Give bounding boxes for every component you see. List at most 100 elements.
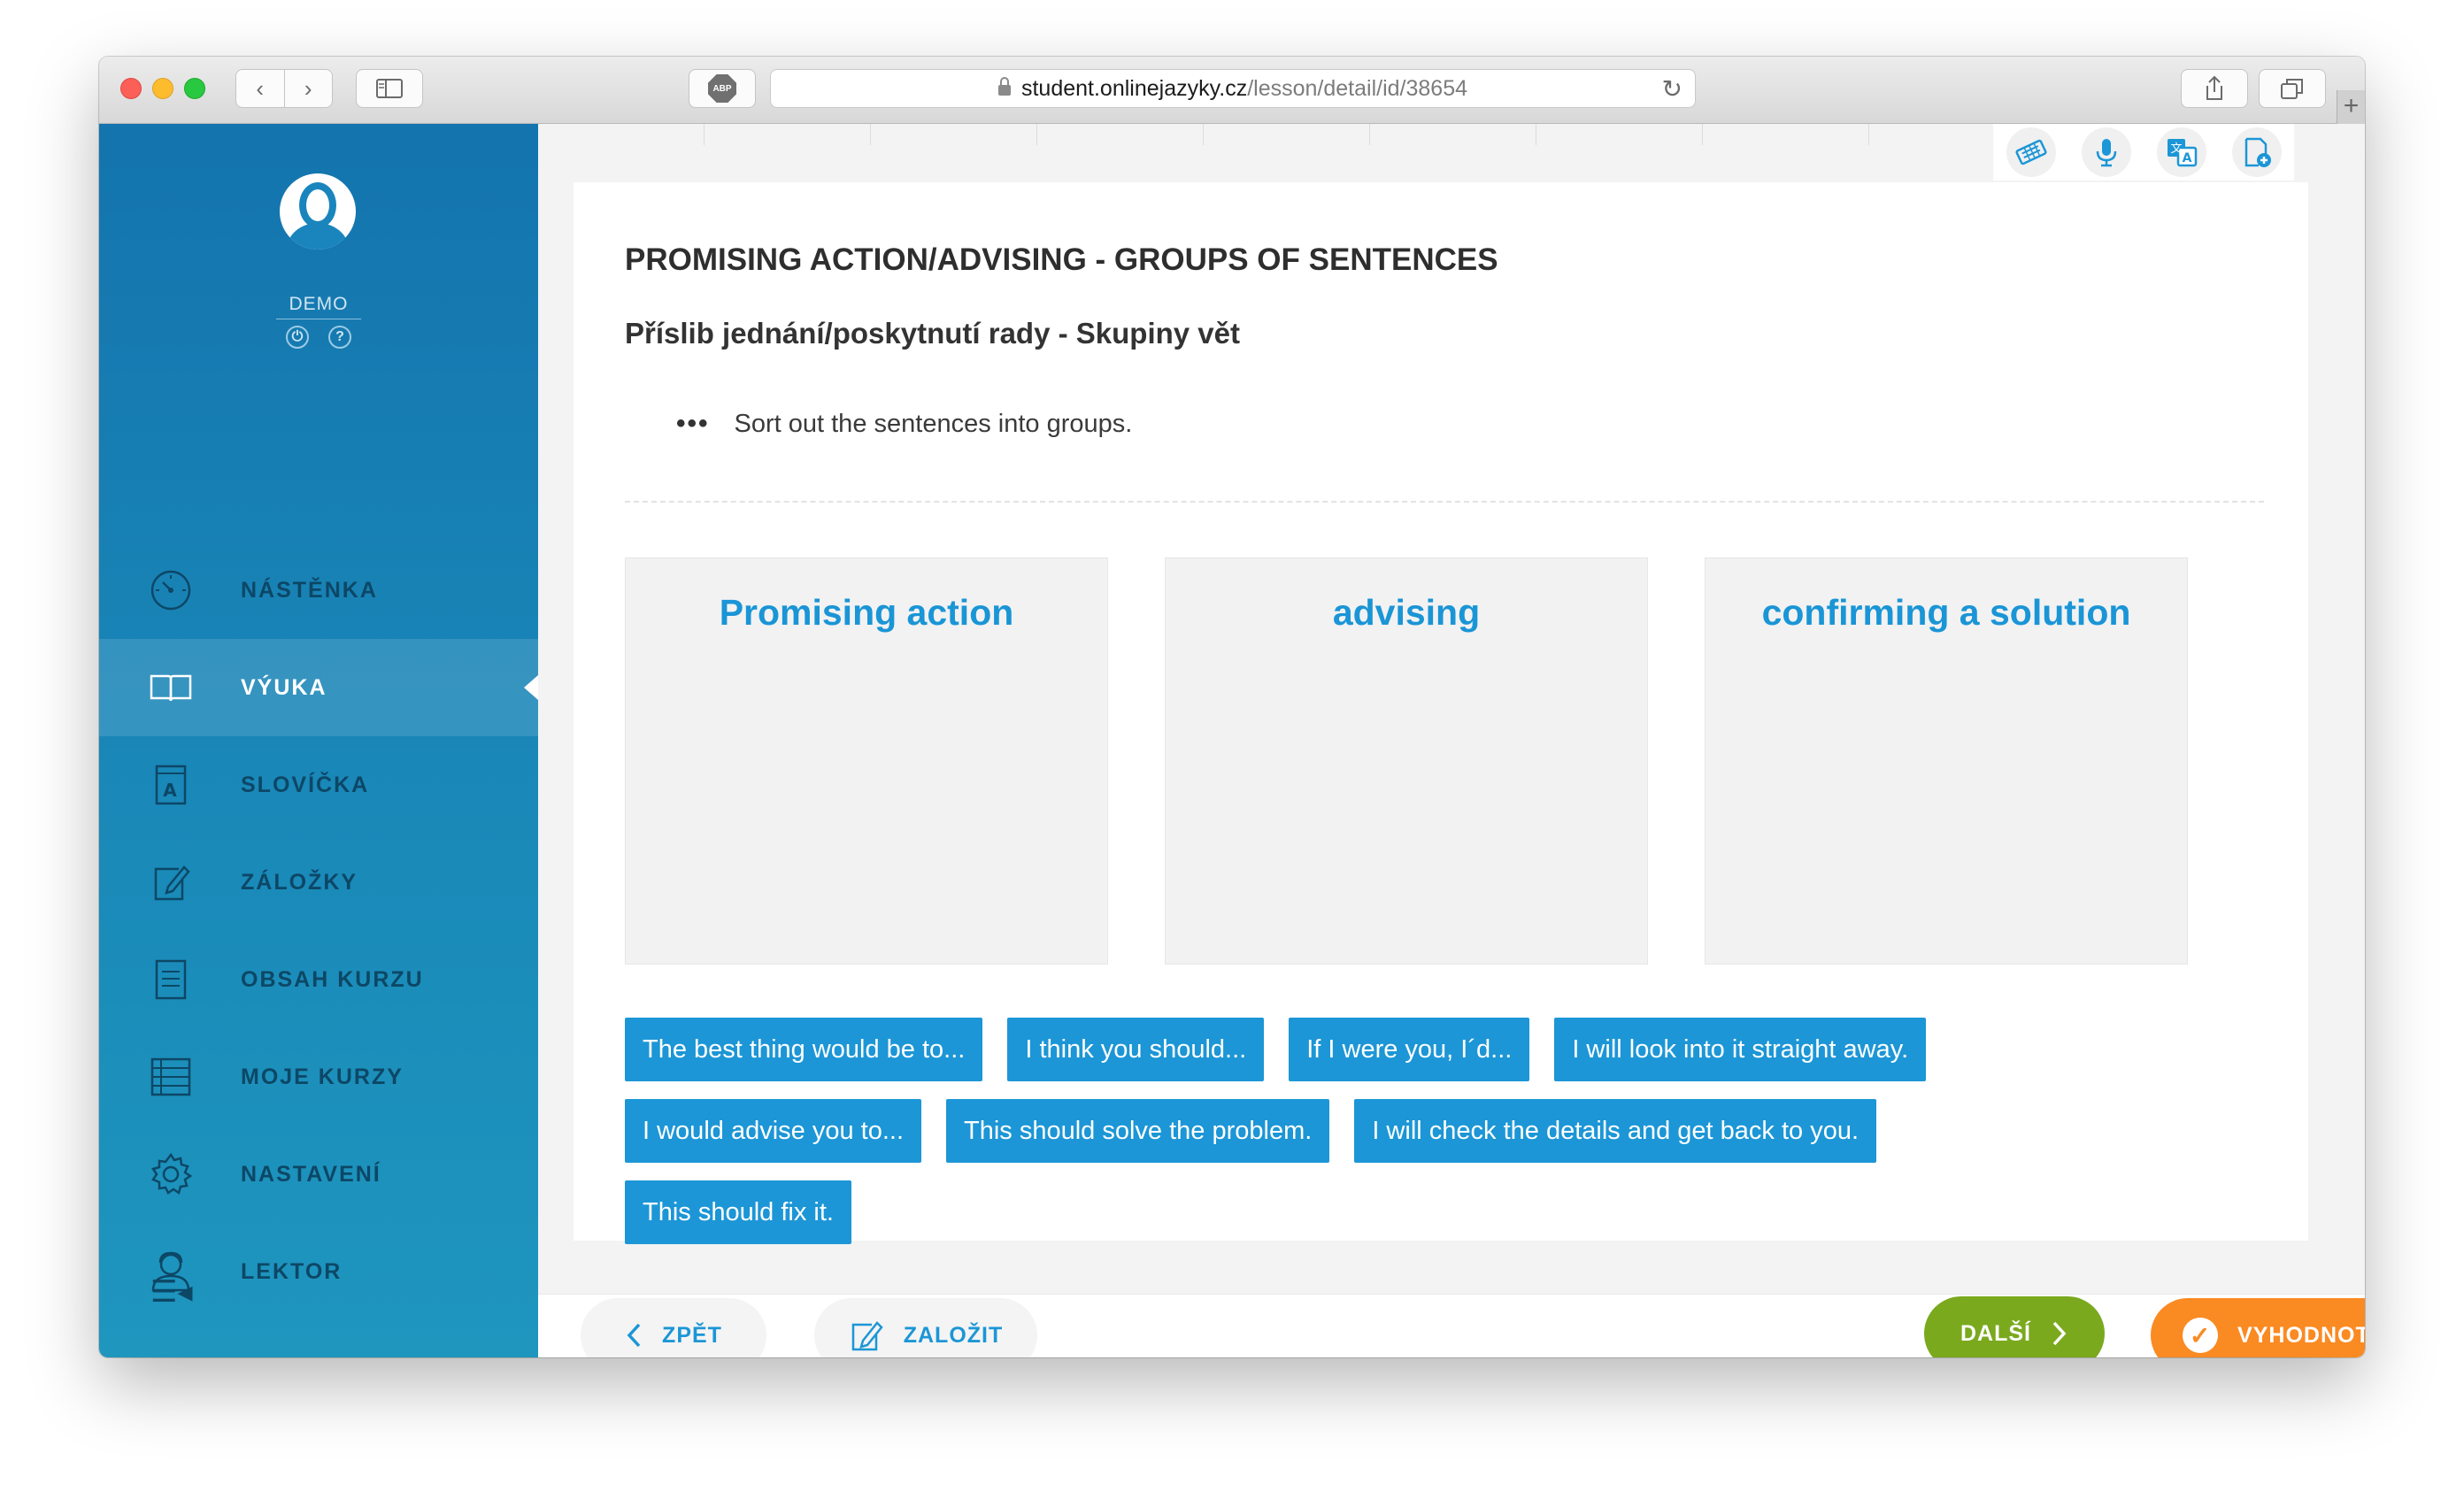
sidebar-icon [376, 79, 403, 98]
chevron-left-icon [625, 1321, 643, 1349]
exercise-title: PROMISING ACTION/ADVISING - GROUPS OF SE… [625, 242, 1498, 277]
power-icon[interactable]: ⏻ [286, 326, 309, 349]
sidebar-item-obsah-kurzu[interactable]: OBSAH KURZU [99, 931, 538, 1028]
drop-zone-advising[interactable]: advising [1165, 557, 1648, 965]
more-icon[interactable]: ••• [676, 409, 710, 439]
sidebar-item-label: ZÁLOŽKY [241, 869, 358, 895]
help-icon[interactable]: ? [328, 326, 351, 349]
main-content: 文A PROMISING ACTION/ADVISING - GROUPS OF… [538, 124, 2365, 1357]
chip-row: The best thing would be to... I think yo… [625, 1018, 2264, 1081]
sidebar-item-label: NASTAVENÍ [241, 1161, 381, 1187]
group-title: Promising action [719, 592, 1014, 633]
course-list-icon [149, 1055, 193, 1099]
bookmark-button[interactable]: ZALOŽIT [814, 1298, 1037, 1357]
tool-tray: 文A [1993, 124, 2294, 181]
app-sidebar: DEMO ⏻ ? NÁSTĚNKA VÝUKA A SLOVÍČKA ZÁLOŽ… [99, 124, 538, 1357]
divider [625, 501, 2264, 503]
tabs-icon [2281, 79, 2303, 99]
sidebar-item-label: LEKTOR [241, 1258, 343, 1284]
adblock-button[interactable]: ABP [689, 69, 756, 108]
sidebar-menu: NÁSTĚNKA VÝUKA A SLOVÍČKA ZÁLOŽKY OBSAH … [99, 542, 538, 1320]
sentence-chip[interactable]: If I were you, I´d... [1289, 1018, 1530, 1081]
sentence-chip[interactable]: I will look into it straight away. [1554, 1018, 1927, 1081]
svg-text:A: A [163, 780, 178, 801]
translate-icon: 文A [2167, 139, 2197, 167]
translate-button[interactable]: 文A [2156, 127, 2206, 177]
group-title: confirming a solution [1761, 592, 2131, 633]
sentence-chip[interactable]: I will check the details and get back to… [1354, 1099, 1877, 1163]
forward-arrow-icon[interactable]: › [283, 70, 333, 107]
edit-note-icon [849, 1318, 884, 1353]
evaluate-label: VYHODNOTIT [2237, 1322, 2365, 1348]
document-list-icon [149, 957, 193, 1002]
add-note-button[interactable] [2231, 127, 2282, 177]
username: DEMO [276, 294, 361, 319]
sidebar-item-moje-kurzy[interactable]: MOJE KURZY [99, 1028, 538, 1126]
url-host: student.onlinejazyky.cz [1020, 75, 1248, 101]
sentence-chip[interactable]: This should solve the problem. [946, 1099, 1330, 1163]
sidebar-item-label: SLOVÍČKA [241, 772, 370, 797]
close-window-button[interactable] [120, 78, 142, 99]
bookmark-edit-icon [149, 860, 193, 904]
sidebar-item-label: OBSAH KURZU [241, 966, 424, 992]
show-tabs-button[interactable] [2259, 69, 2326, 108]
instruction-text: Sort out the sentences into groups. [734, 409, 1133, 438]
sidebar-toggle-button[interactable] [356, 69, 423, 108]
new-tab-button[interactable]: + [2337, 90, 2365, 124]
next-button[interactable]: DALŠÍ [1924, 1296, 2105, 1357]
check-circle-icon: ✓ [2183, 1318, 2219, 1353]
evaluate-button[interactable]: ✓ VYHODNOTIT [2151, 1298, 2365, 1357]
sidebar-item-slovicka[interactable]: A SLOVÍČKA [99, 736, 538, 834]
back-label: ZPĚT [662, 1322, 722, 1348]
book-icon [149, 665, 193, 710]
drop-zone-confirming-solution[interactable]: confirming a solution [1705, 557, 2188, 965]
sidebar-item-nastaveni[interactable]: NASTAVENÍ [99, 1126, 538, 1223]
avatar[interactable] [280, 173, 356, 250]
dashboard-icon [149, 568, 193, 612]
minimize-window-button[interactable] [152, 78, 173, 99]
sidebar-item-label: NÁSTĚNKA [241, 577, 378, 603]
chip-row: This should fix it. [625, 1180, 2264, 1244]
svg-text:文: 文 [2170, 142, 2182, 156]
sidebar-item-label: VÝUKA [241, 674, 327, 700]
sentence-chip[interactable]: This should fix it. [625, 1180, 851, 1244]
share-button[interactable] [2181, 69, 2248, 108]
sidebar-item-vyuka[interactable]: VÝUKA [99, 639, 538, 736]
microphone-button[interactable] [2081, 127, 2131, 177]
history-nav: ‹ › [235, 69, 333, 108]
exercise-subtitle: Příslib jednání/poskytnutí rady - Skupin… [625, 317, 1240, 350]
chip-row: I would advise you to... This should sol… [625, 1099, 2264, 1163]
sidebar-item-label: MOJE KURZY [241, 1064, 404, 1089]
keyboard-button[interactable] [2006, 127, 2056, 177]
bookmark-label: ZALOŽIT [903, 1322, 1004, 1348]
collapse-sidebar-icon[interactable]: ☰◂ [150, 1274, 193, 1310]
zoom-window-button[interactable] [184, 78, 205, 99]
url-path: /lesson/detail/id/38654 [1247, 75, 1468, 101]
gear-icon [149, 1152, 193, 1196]
drop-zone-promising-action[interactable]: Promising action [625, 557, 1108, 965]
back-arrow-icon[interactable]: ‹ [236, 70, 284, 107]
sidebar-item-nastenka[interactable]: NÁSTĚNKA [99, 542, 538, 639]
reload-icon[interactable]: ↻ [1662, 74, 1682, 104]
next-label: DALŠÍ [1960, 1320, 2031, 1346]
lock-icon [997, 77, 1011, 96]
svg-text:A: A [2182, 151, 2191, 165]
back-button[interactable]: ZPĚT [581, 1298, 766, 1357]
sentence-chip[interactable]: I think you should... [1007, 1018, 1265, 1081]
vocabulary-icon: A [149, 763, 193, 807]
bottom-action-bar: ZPĚT ZALOŽIT DALŠÍ ✓ VYHODNOTIT [538, 1294, 2365, 1357]
group-title: advising [1332, 592, 1481, 633]
exercise-card: PROMISING ACTION/ADVISING - GROUPS OF SE… [574, 182, 2308, 1244]
browser-toolbar: ‹ › ABP student.onlinejazyky.cz/lesson/d… [99, 57, 2365, 124]
adblock-icon: ABP [708, 74, 736, 103]
keyboard-icon [2014, 139, 2047, 165]
address-bar[interactable]: student.onlinejazyky.cz/lesson/detail/id… [770, 69, 1696, 108]
sidebar-item-zalozky[interactable]: ZÁLOŽKY [99, 834, 538, 931]
sentence-chips: The best thing would be to... I think yo… [625, 1018, 2264, 1262]
sentence-chip[interactable]: The best thing would be to... [625, 1018, 983, 1081]
microphone-icon [2096, 139, 2116, 167]
sentence-chip[interactable]: I would advise you to... [625, 1099, 921, 1163]
instruction: ••• Sort out the sentences into groups. [625, 409, 1132, 439]
add-document-icon [2245, 137, 2271, 167]
user-tools: ⏻ ? [276, 326, 361, 349]
